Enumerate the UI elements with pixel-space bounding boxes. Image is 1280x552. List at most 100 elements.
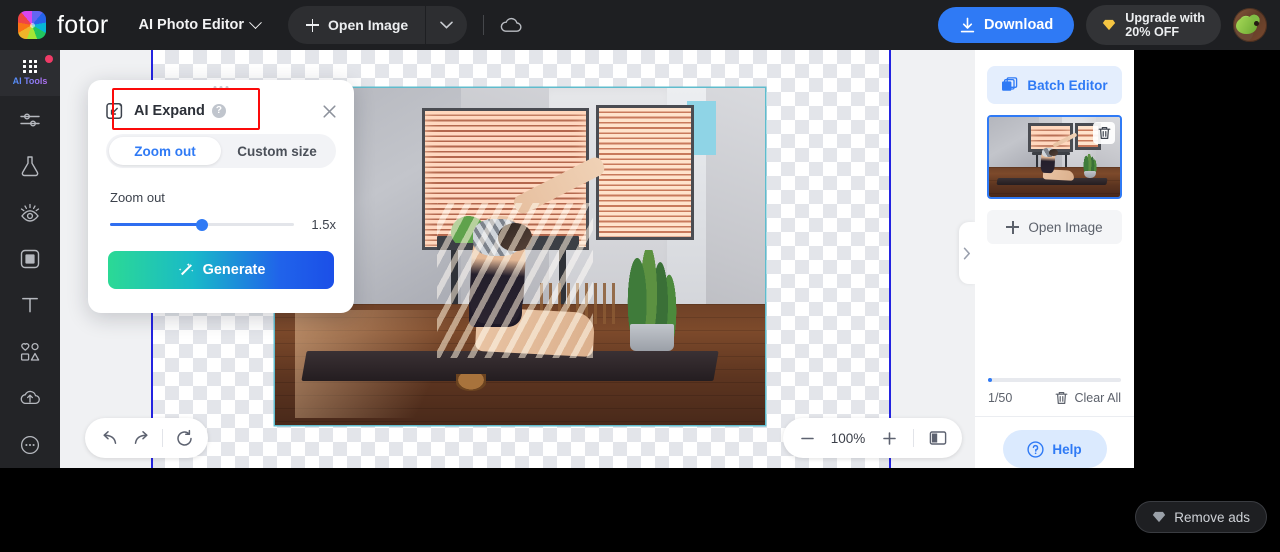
mode-tab-group: Zoom out Custom size bbox=[106, 134, 336, 168]
image-slots-progress-bar bbox=[988, 378, 1121, 382]
slider-fill bbox=[110, 223, 202, 226]
app-mode-label: AI Photo Editor bbox=[138, 17, 245, 33]
upgrade-line-2: 20% OFF bbox=[1125, 25, 1180, 39]
ai-expand-panel[interactable]: AI Expand ? Zoom out Custom size Zoom ou… bbox=[88, 80, 354, 313]
zoom-out-button[interactable] bbox=[791, 422, 823, 454]
sidebar-item-frame[interactable] bbox=[0, 236, 60, 282]
remove-ads-button[interactable]: Remove ads bbox=[1135, 501, 1267, 533]
fotor-logo-icon[interactable] bbox=[18, 11, 46, 39]
compare-split-icon bbox=[929, 431, 947, 445]
text-icon bbox=[22, 298, 38, 313]
chevron-right-icon bbox=[963, 247, 970, 259]
plus-icon bbox=[1006, 220, 1020, 234]
clear-all-label: Clear All bbox=[1074, 391, 1121, 405]
user-avatar[interactable] bbox=[1233, 8, 1267, 42]
zoom-out-slider-label: Zoom out bbox=[110, 190, 165, 205]
upgrade-line-1: Upgrade with bbox=[1125, 11, 1205, 25]
sidebar-item-text[interactable] bbox=[0, 282, 60, 328]
open-image-button-panel[interactable]: Open Image bbox=[987, 210, 1122, 244]
notification-dot-icon bbox=[45, 55, 53, 63]
clear-all-button[interactable]: Clear All bbox=[1055, 391, 1121, 405]
sidebar-item-effects[interactable] bbox=[0, 143, 60, 189]
more-icon bbox=[20, 435, 40, 454]
tab-custom-size[interactable]: Custom size bbox=[221, 137, 333, 165]
zoom-out-slider-row: 1.5x bbox=[110, 217, 336, 232]
tab-zoom-out[interactable]: Zoom out bbox=[109, 137, 221, 165]
zoom-out-value: 1.5x bbox=[311, 217, 336, 232]
generate-button[interactable]: Generate bbox=[108, 251, 334, 289]
reset-icon bbox=[176, 429, 192, 446]
chevron-down-icon bbox=[440, 21, 453, 29]
left-tool-rail: AI Tools bbox=[0, 50, 60, 468]
sidebar-item-ai-tools[interactable]: AI Tools bbox=[0, 50, 60, 97]
undo-icon bbox=[102, 431, 116, 444]
reset-button[interactable] bbox=[168, 422, 200, 454]
generate-label: Generate bbox=[202, 262, 266, 278]
photo-singing-bowl bbox=[456, 374, 486, 392]
batch-editor-button[interactable]: Batch Editor bbox=[987, 66, 1122, 104]
upgrade-text-block: Upgrade with 20% OFF bbox=[1125, 11, 1205, 39]
top-bar: fotor AI Photo Editor Open Image Downloa… bbox=[0, 0, 1280, 50]
redo-button[interactable] bbox=[125, 422, 157, 454]
zoom-out-slider[interactable] bbox=[110, 218, 294, 231]
toolbar-divider bbox=[162, 429, 163, 447]
sidebar-item-label: AI Tools bbox=[12, 76, 48, 87]
sidebar-item-upload[interactable] bbox=[0, 375, 60, 421]
cloud-icon bbox=[500, 17, 522, 32]
remove-ads-label: Remove ads bbox=[1174, 509, 1250, 525]
image-thumbnail-1[interactable] bbox=[987, 115, 1122, 199]
right-panel-collapse-handle[interactable] bbox=[959, 222, 975, 284]
fotor-app-window: fotor AI Photo Editor Open Image Downloa… bbox=[0, 0, 1280, 552]
slider-handle[interactable] bbox=[196, 218, 208, 231]
sidebar-item-more[interactable] bbox=[0, 422, 60, 468]
panel-drag-handle[interactable] bbox=[213, 86, 229, 89]
help-tooltip-icon[interactable]: ? bbox=[211, 104, 226, 118]
help-button[interactable]: Help bbox=[1002, 430, 1107, 468]
open-image-button[interactable]: Open Image bbox=[288, 6, 425, 44]
help-label: Help bbox=[1052, 441, 1082, 457]
help-circle-icon bbox=[1027, 440, 1044, 458]
elements-icon bbox=[20, 342, 40, 361]
frame-icon bbox=[20, 249, 40, 269]
panel-divider bbox=[975, 416, 1134, 417]
right-side-panel: Batch Editor Open Image 1/50 Clear All H… bbox=[975, 50, 1134, 468]
retouch-eye-icon bbox=[20, 203, 40, 222]
ai-tools-grid-icon bbox=[23, 60, 37, 74]
plus-icon bbox=[306, 18, 320, 32]
sidebar-item-adjust[interactable] bbox=[0, 96, 60, 142]
zoom-in-button[interactable] bbox=[873, 422, 905, 454]
panel-header: AI Expand ? bbox=[88, 90, 354, 132]
close-panel-button[interactable] bbox=[321, 103, 338, 120]
app-mode-selector[interactable]: AI Photo Editor bbox=[138, 15, 262, 33]
upgrade-button[interactable]: Upgrade with 20% OFF bbox=[1086, 5, 1221, 45]
gem-icon bbox=[1103, 19, 1116, 31]
download-button[interactable]: Download bbox=[937, 7, 1075, 43]
download-label: Download bbox=[983, 17, 1054, 33]
plus-icon bbox=[882, 431, 896, 445]
trash-icon bbox=[1098, 127, 1110, 139]
undo-button[interactable] bbox=[93, 422, 125, 454]
sidebar-item-retouch[interactable] bbox=[0, 189, 60, 235]
sidebar-item-elements[interactable] bbox=[0, 329, 60, 375]
progress-fill bbox=[988, 378, 992, 382]
panel-footer-meta: 1/50 Clear All bbox=[975, 382, 1134, 416]
top-bar-right-group: Download Upgrade with 20% OFF bbox=[937, 5, 1280, 45]
canvas-history-toolbar bbox=[85, 418, 208, 458]
toolbar-divider bbox=[483, 15, 485, 35]
cloud-sync-button[interactable] bbox=[500, 17, 522, 33]
batch-editor-icon bbox=[1002, 77, 1018, 91]
compare-view-button[interactable] bbox=[922, 422, 954, 454]
magic-wand-icon bbox=[178, 262, 193, 275]
zoom-level-value[interactable]: 100% bbox=[826, 431, 870, 446]
open-image-dropdown-button[interactable] bbox=[425, 6, 467, 44]
photo-window-blinds-right bbox=[595, 104, 694, 240]
open-image-group: Open Image bbox=[288, 6, 468, 44]
redo-icon bbox=[134, 431, 148, 444]
expand-guide-right[interactable] bbox=[889, 50, 891, 468]
photo-yoga-mat bbox=[301, 350, 719, 382]
open-image-label: Open Image bbox=[328, 17, 409, 33]
open-image-panel-label: Open Image bbox=[1028, 219, 1103, 235]
trash-icon bbox=[1056, 392, 1068, 404]
toolbar-divider bbox=[913, 429, 914, 447]
delete-thumbnail-button[interactable] bbox=[1093, 122, 1115, 144]
